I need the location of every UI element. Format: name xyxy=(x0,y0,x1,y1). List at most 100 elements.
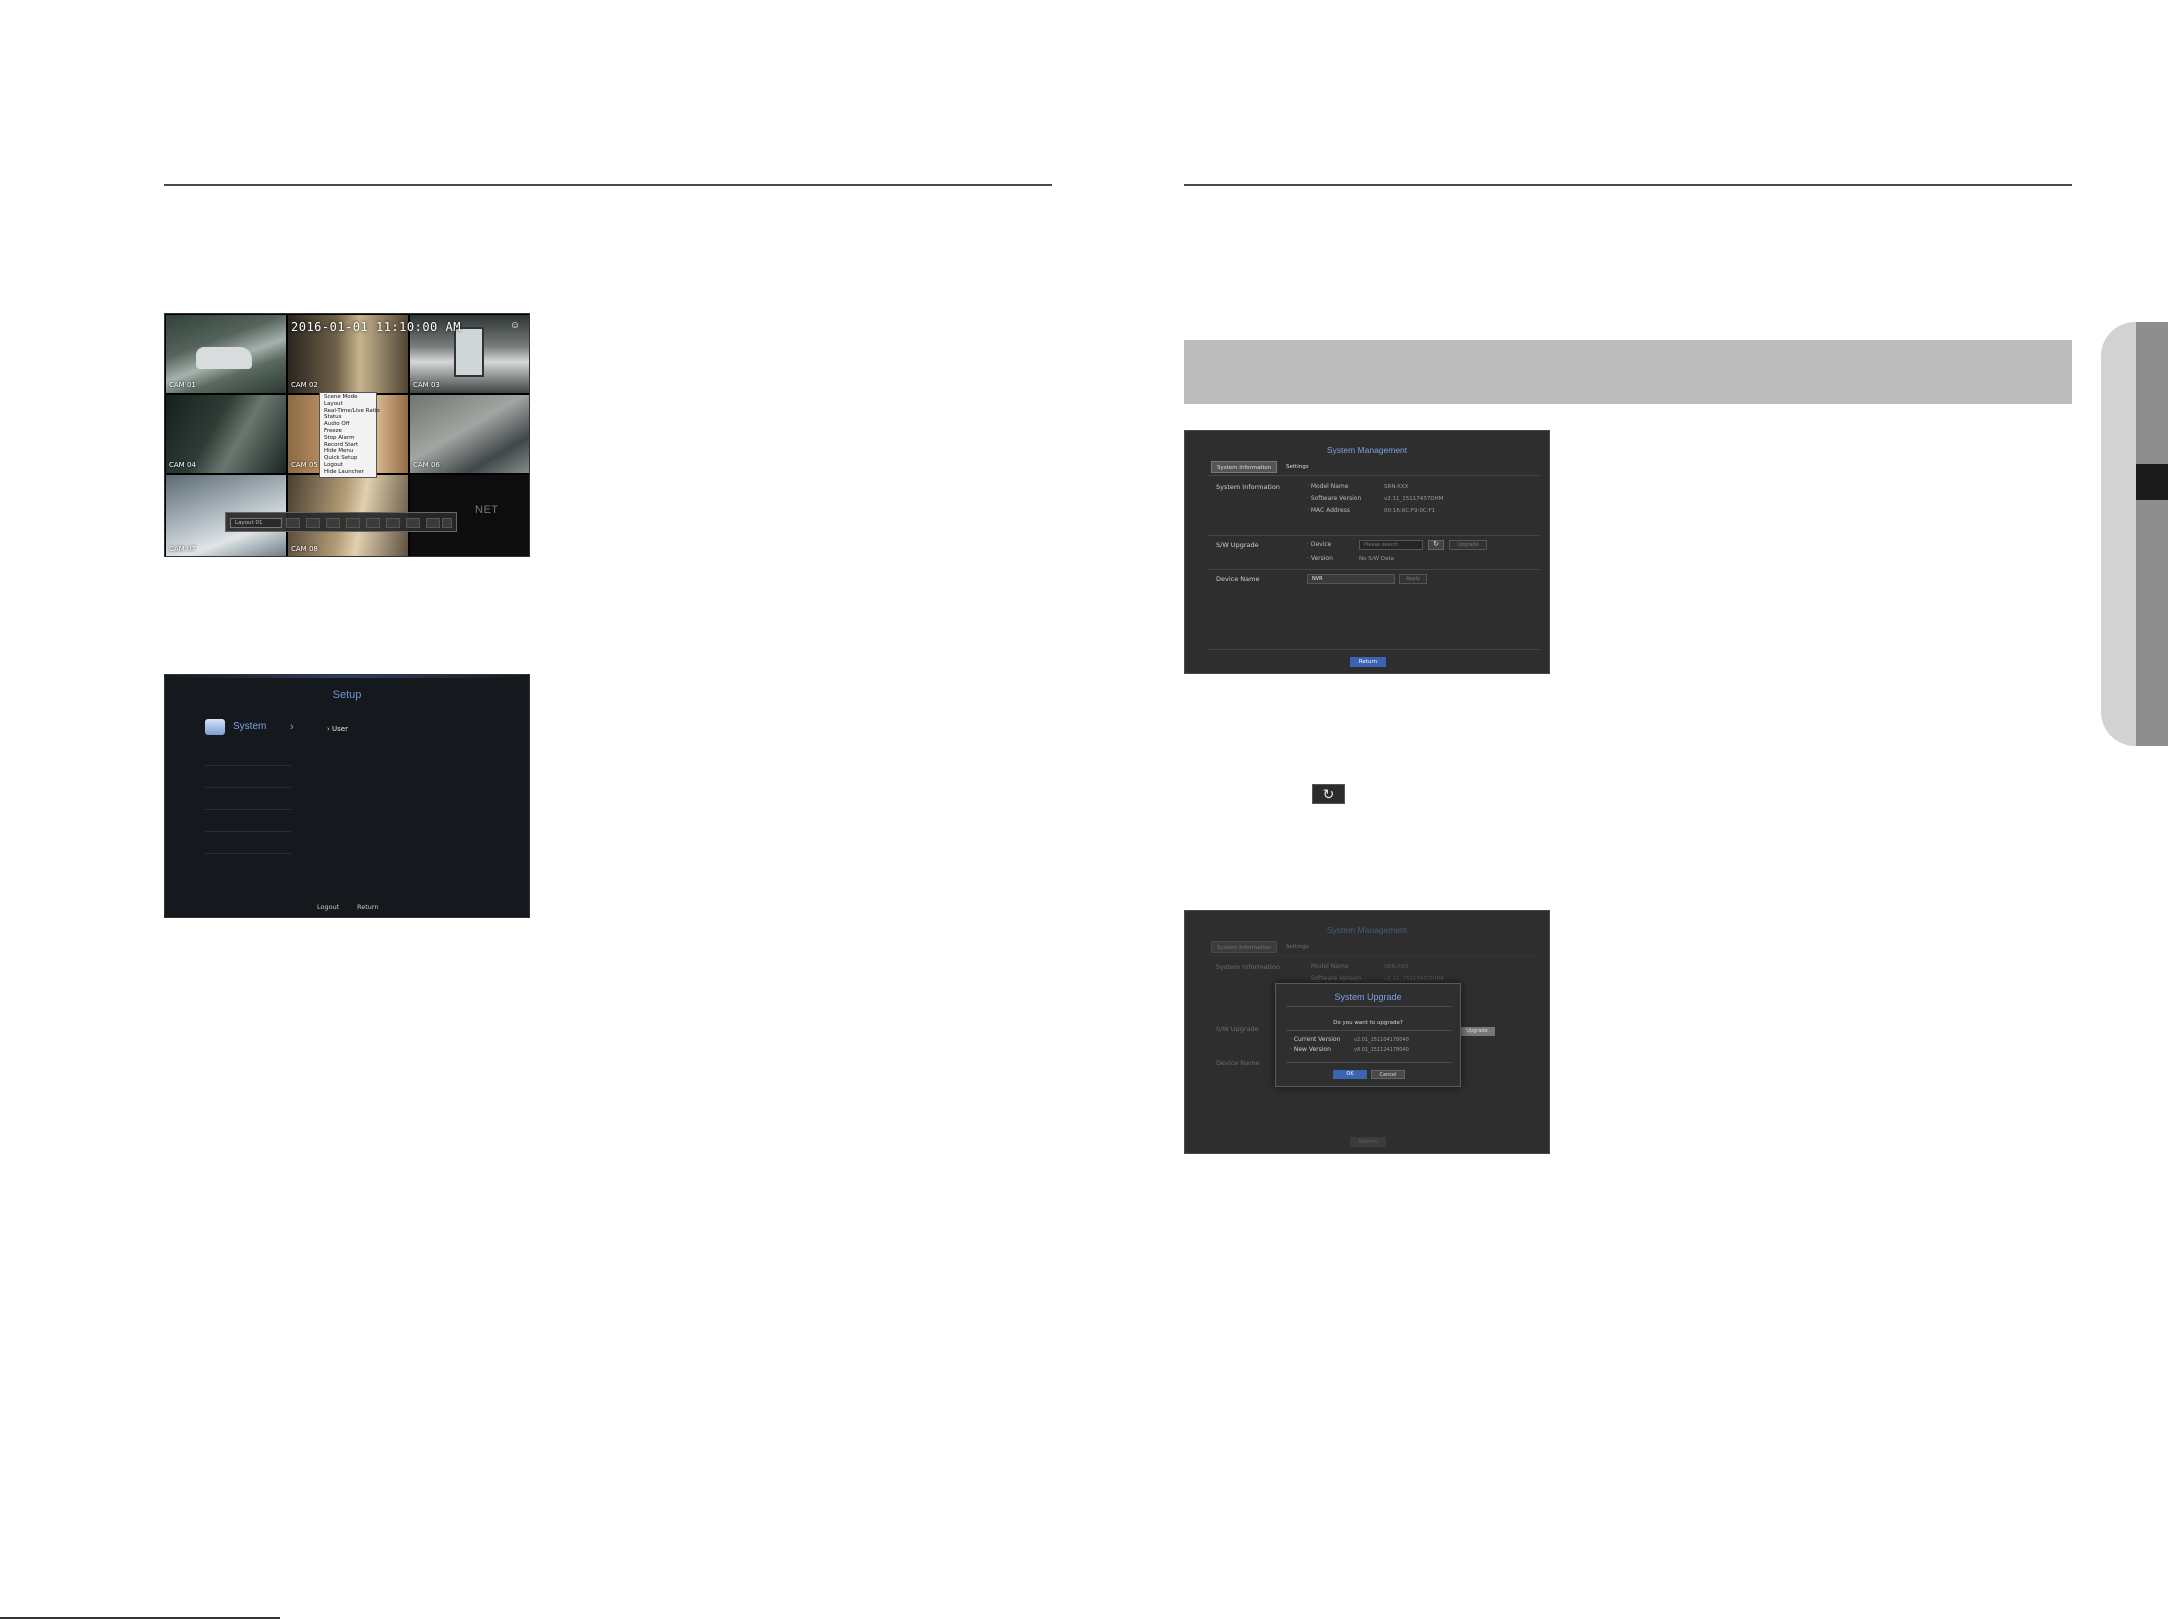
setup-top-bar xyxy=(165,675,529,678)
user-icon[interactable]: ☺ xyxy=(509,320,521,332)
doorway xyxy=(454,327,484,377)
toolbar-button[interactable] xyxy=(406,518,420,528)
system-management-screenshot: System Management System Information Set… xyxy=(1184,430,1550,674)
return-button[interactable]: Return xyxy=(1350,1137,1386,1147)
context-menu-item[interactable]: Audio Off xyxy=(320,421,376,428)
context-menu-item[interactable]: Hide Menu xyxy=(320,448,376,455)
menu-divider xyxy=(205,831,291,832)
section-label: S/W Upgrade xyxy=(1216,1025,1259,1033)
car-shape xyxy=(196,347,252,369)
device-field[interactable]: Please search xyxy=(1359,540,1423,550)
context-menu-item[interactable]: Scene Mode xyxy=(320,394,376,401)
camera-tile[interactable]: CAM 06 xyxy=(409,394,529,474)
tab-system-information[interactable]: System Information xyxy=(1211,941,1278,953)
field-value: 00:16:6C:F9:0C:F1 xyxy=(1384,508,1436,514)
camera-label: CAM 04 xyxy=(169,461,196,469)
submenu-user[interactable]: › User xyxy=(327,725,348,733)
chapter-side-tab xyxy=(2101,322,2168,746)
toolbar-button[interactable] xyxy=(306,518,320,528)
toolbar-button[interactable] xyxy=(386,518,400,528)
apply-button[interactable]: Apply xyxy=(1399,574,1427,584)
side-tab-strip xyxy=(2136,322,2168,746)
dialog-title: System Management xyxy=(1326,925,1408,935)
field-value: SRN-XXX xyxy=(1384,964,1409,970)
device-name-input[interactable]: NVR xyxy=(1307,574,1395,584)
divider xyxy=(1207,475,1539,476)
system-icon xyxy=(205,719,225,735)
system-upgrade-dialog: System Upgrade Do you want to upgrade? C… xyxy=(1275,983,1461,1087)
menu-divider xyxy=(205,765,291,766)
camera-tile[interactable]: CAM 04 xyxy=(165,394,287,474)
toolbar-button[interactable] xyxy=(366,518,380,528)
divider xyxy=(1207,649,1539,650)
field-label: Device xyxy=(1307,541,1332,548)
toolbar-button[interactable] xyxy=(426,518,440,528)
return-button[interactable]: Return xyxy=(357,903,379,911)
refresh-icon: ↻ xyxy=(1312,784,1345,804)
field-value: v2.11_15117437DHM xyxy=(1384,496,1444,502)
brand-watermark: NET xyxy=(475,504,499,516)
divider xyxy=(1286,1062,1452,1063)
camera-label: CAM 03 xyxy=(413,381,440,389)
chevron-right-icon: › xyxy=(290,721,294,733)
osd-datetime: 2016-01-01 11:10:00 AM xyxy=(291,320,461,334)
ok-button[interactable]: OK xyxy=(1333,1070,1367,1079)
camera-label: CAM 08 xyxy=(291,545,318,553)
context-menu-item[interactable]: Record Start xyxy=(320,442,376,449)
field-label: Model Name xyxy=(1307,483,1349,490)
setup-title: Setup xyxy=(332,689,362,701)
header-rule-left xyxy=(164,184,1052,186)
tab-system-information[interactable]: System Information xyxy=(1211,461,1278,473)
setup-screenshot: Setup System › › User Logout Return xyxy=(164,674,530,918)
camera-label: CAM 05 xyxy=(291,461,318,469)
field-value: v2.11_15117437DHM xyxy=(1384,976,1444,982)
context-menu-item[interactable]: Stop Alarm xyxy=(320,435,376,442)
collapse-icon[interactable] xyxy=(442,518,452,528)
toolbar-button[interactable] xyxy=(326,518,340,528)
section-label: S/W Upgrade xyxy=(1216,541,1259,549)
context-menu-item[interactable]: Layout xyxy=(320,401,376,408)
cancel-button[interactable]: Cancel xyxy=(1371,1070,1405,1079)
field-label: Software Version xyxy=(1307,975,1361,982)
context-menu-item[interactable]: Status xyxy=(320,414,376,421)
return-button[interactable]: Return xyxy=(1350,657,1386,667)
divider xyxy=(1286,1006,1452,1007)
tab-settings[interactable]: Settings xyxy=(1281,461,1314,473)
camera-label: CAM 07 xyxy=(169,545,196,553)
menu-divider xyxy=(205,809,291,810)
context-menu-item[interactable]: Quick Setup xyxy=(320,455,376,462)
setup-menu-system[interactable]: System xyxy=(205,719,266,737)
field-label: Current Version xyxy=(1290,1036,1341,1043)
dialog-title: System Upgrade xyxy=(1334,992,1402,1002)
refresh-icon[interactable]: ↻ xyxy=(1428,540,1444,550)
layout-select[interactable]: Layout 01 xyxy=(230,518,282,528)
menu-divider xyxy=(205,787,291,788)
context-menu-item[interactable]: Real-Time/Live Ratio xyxy=(320,408,380,415)
split-icon[interactable] xyxy=(286,518,300,528)
submenu-user-label: User xyxy=(332,725,348,733)
context-menu: Scene Mode Layout Real-Time/Live Ratio S… xyxy=(319,392,380,478)
divider xyxy=(1207,569,1539,570)
section-label: Device Name xyxy=(1216,1059,1260,1067)
divider xyxy=(1207,955,1539,956)
logout-button[interactable]: Logout xyxy=(317,903,339,911)
context-menu-item[interactable]: Logout xyxy=(320,462,376,469)
camera-tile[interactable]: CAM 01 xyxy=(165,314,287,394)
tab-settings[interactable]: Settings xyxy=(1281,941,1314,953)
launcher-toolbar: Layout 01 xyxy=(225,512,457,532)
live-view-screenshot: CAM 01 CAM 02 CAM 03 CAM 04 CAM 05 CAM 0… xyxy=(164,313,530,557)
field-label: Software Version xyxy=(1307,495,1361,502)
context-menu-item[interactable]: Freeze xyxy=(320,428,376,435)
field-value: No S/W Data xyxy=(1359,556,1394,562)
field-value: v2.01_151104178040 xyxy=(1354,1037,1409,1043)
side-tab-marker xyxy=(2136,464,2168,500)
section-label: System Information xyxy=(1216,483,1280,491)
field-label: MAC Address xyxy=(1307,507,1350,514)
toolbar-button[interactable] xyxy=(346,518,360,528)
upgrade-button[interactable]: Upgrade xyxy=(1459,1027,1495,1036)
camera-label: CAM 06 xyxy=(413,461,440,469)
header-rule-right xyxy=(1184,184,2072,186)
context-menu-item[interactable]: Hide Launcher xyxy=(320,469,376,476)
upgrade-button[interactable]: Upgrade xyxy=(1449,540,1487,550)
camera-label: CAM 02 xyxy=(291,381,318,389)
